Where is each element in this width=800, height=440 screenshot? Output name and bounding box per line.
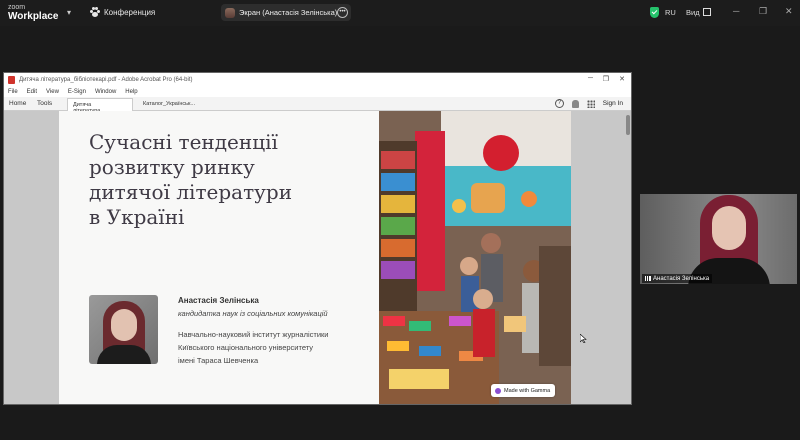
bell-icon[interactable] — [571, 99, 579, 108]
security-shield-icon[interactable] — [650, 7, 659, 18]
participant-name-tag: Анастасія Зелінська — [642, 274, 713, 283]
made-with-gamma-badge[interactable]: Made with Gamma — [491, 384, 556, 397]
document-viewport[interactable]: Сучасні тенденції розвитку ринку дитячої… — [4, 111, 631, 404]
acrobat-minimize-icon[interactable]: ─ — [588, 75, 593, 82]
menu-edit[interactable]: Edit — [27, 89, 37, 95]
meeting-label: Конференция — [104, 7, 156, 17]
vertical-scrollbar[interactable] — [626, 115, 630, 135]
gamma-badge-label: Made with Gamma — [504, 387, 551, 394]
close-icon[interactable]: ✕ — [785, 6, 793, 17]
presenter-avatar — [225, 7, 235, 18]
doc-tab[interactable]: Каталог_Українськ... — [138, 98, 204, 111]
view-layout-icon[interactable] — [703, 8, 711, 16]
zoom-logo[interactable]: zoom Workplace — [8, 3, 59, 22]
more-options-icon[interactable]: ••• — [337, 7, 348, 18]
share-label: Экран (Анастасія Зелінська) — [239, 8, 338, 17]
help-icon[interactable]: ? — [554, 99, 564, 108]
zoom-top-bar: zoom Workplace ▾ Конференция Экран (Анас… — [0, 0, 800, 26]
paw-icon — [90, 7, 100, 17]
zoom-window: zoom Workplace ▾ Конференция Экран (Анас… — [0, 0, 800, 440]
institution-line: імені Тараса Шевченка — [178, 356, 259, 365]
menu-file[interactable]: File — [8, 89, 18, 95]
participant-name: Анастасія Зелінська — [653, 275, 710, 282]
slide-title-line: Сучасні тенденції — [89, 130, 278, 154]
signal-icon — [645, 276, 651, 281]
author-degree: кандидатка наук із соціальних комунікаці… — [178, 309, 328, 318]
zoom-logo-line2: Workplace — [8, 11, 59, 22]
sign-in-button[interactable]: Sign In — [603, 100, 623, 107]
screen-share-indicator[interactable]: Экран (Анастасія Зелінська) ••• — [221, 4, 351, 21]
menu-view[interactable]: View — [46, 89, 59, 95]
acrobat-title-bar: Дитяча література_бібліотекарі.pdf - Ado… — [4, 73, 631, 86]
meeting-menu-button[interactable]: Конференция — [90, 7, 155, 17]
doc-tab-active[interactable]: Дитяча література_... — [67, 98, 133, 114]
presentation-slide: Сучасні тенденції розвитку ринку дитячої… — [59, 111, 571, 404]
author-name: Анастасія Зелінська — [178, 296, 259, 305]
institution-line: Навчально-науковий інститут журналістики — [178, 330, 329, 339]
chevron-down-icon[interactable]: ▾ — [67, 8, 71, 17]
gamma-logo-icon — [495, 387, 501, 394]
acrobat-window: Дитяча література_бібліотекарі.pdf - Ado… — [3, 72, 632, 405]
acrobat-window-title: Дитяча література_бібліотекарі.pdf - Ado… — [19, 76, 193, 83]
maximize-icon[interactable]: ❐ — [759, 6, 767, 17]
view-button[interactable]: Вид — [686, 8, 700, 17]
acrobat-close-icon[interactable]: ✕ — [619, 75, 625, 83]
apps-grid-icon[interactable] — [586, 99, 595, 108]
menu-help[interactable]: Help — [125, 89, 137, 95]
acrobat-toolbar-right: ? Sign In — [554, 99, 623, 108]
author-photo — [89, 295, 158, 364]
tab-tools[interactable]: Tools — [37, 100, 52, 107]
language-indicator[interactable]: RU — [665, 8, 676, 17]
author-institution: Навчально-науковий інститут журналістики… — [178, 328, 378, 367]
bookstore-illustration — [379, 111, 571, 404]
acrobat-tab-bar: Home Tools Дитяча література_... Каталог… — [4, 97, 631, 114]
doc-tab-label: Каталог_Українськ... — [143, 101, 195, 107]
acrobat-menu-bar: File Edit View E-Sign Window Help — [4, 86, 631, 97]
pdf-icon — [8, 75, 15, 84]
institution-line: Київського національного університету — [178, 343, 314, 352]
slide-title-line: в Україні — [89, 205, 185, 229]
minimize-icon[interactable]: ─ — [733, 6, 739, 16]
slide-title: Сучасні тенденції розвитку ринку дитячої… — [89, 130, 329, 230]
menu-esign[interactable]: E-Sign — [68, 89, 86, 95]
menu-window[interactable]: Window — [95, 89, 116, 95]
acrobat-maximize-icon[interactable]: ❐ — [603, 75, 609, 83]
slide-title-line: розвитку ринку — [89, 155, 255, 179]
mouse-cursor-icon — [580, 334, 587, 343]
tab-home[interactable]: Home — [9, 100, 26, 107]
slide-title-line: дитячої літератури — [89, 180, 293, 204]
participant-video[interactable]: Анастасія Зелінська — [640, 194, 797, 284]
